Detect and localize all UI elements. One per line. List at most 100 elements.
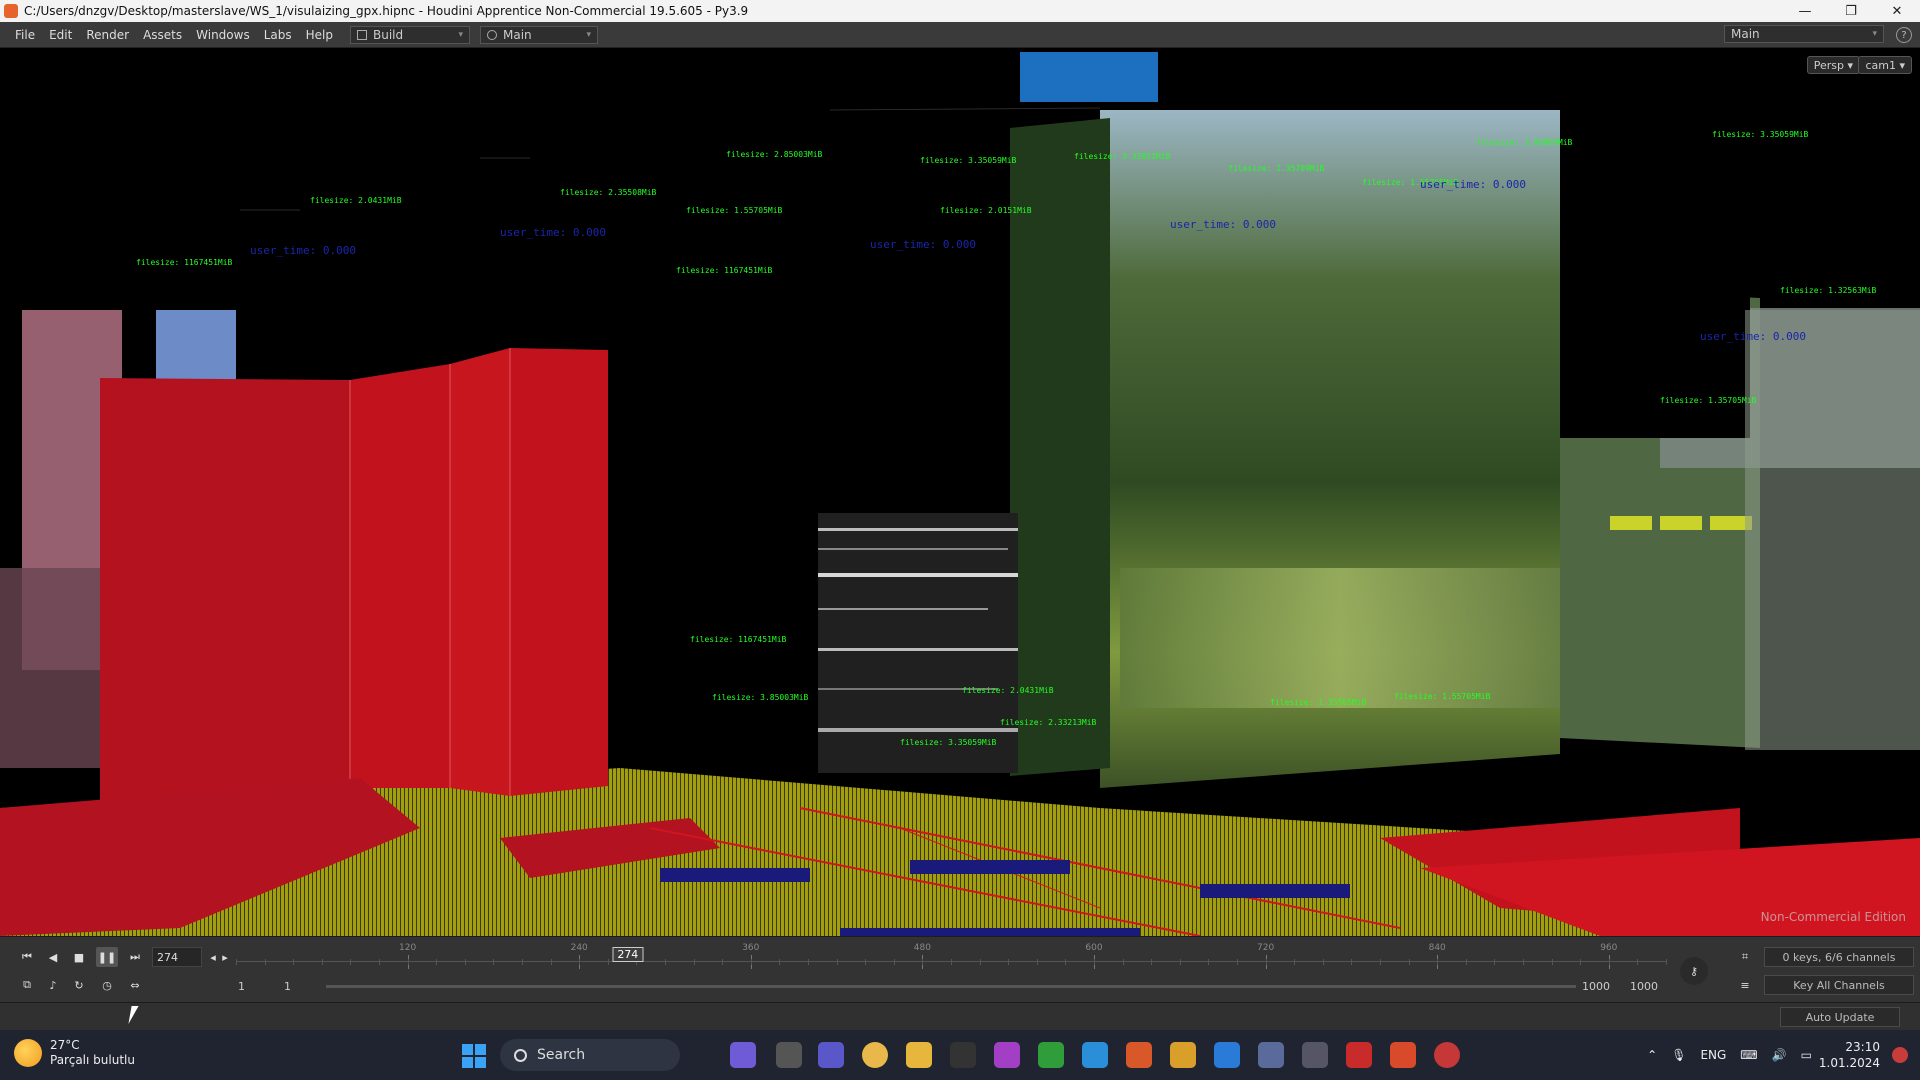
settings-icon[interactable] [1302,1042,1328,1068]
minimize-button[interactable]: — [1782,0,1828,22]
next-key-icon[interactable]: ▸ [216,947,234,967]
teams-icon[interactable] [818,1042,844,1068]
vscode-icon[interactable] [1214,1042,1240,1068]
user-time-label: user_time: 0.000 [250,244,356,257]
keys-channels-indicator[interactable]: 0 keys, 6/6 channels [1764,947,1914,967]
houdini-taskbar-icon[interactable] [1126,1042,1152,1068]
range-end-a[interactable]: 1000 [1582,977,1610,995]
camera-button[interactable]: cam1 ▾ [1858,56,1912,74]
network-icon[interactable]: ⌨ [1740,1048,1757,1062]
timeline-minor-tick [1408,959,1410,965]
annotation-label: filesize: 2.0431MiB [310,196,402,205]
timeline[interactable]: 120 240 360 480 600 720 840 960 274 [236,943,1667,973]
menu-render[interactable]: Render [79,28,136,42]
taskbar-search[interactable]: Search [500,1039,680,1071]
scene-viewport[interactable]: filesize: 2.0431MiB filesize: 1167451MiB f… [0,48,1920,936]
timeline-minor-tick [808,959,809,965]
annotation-label: filesize: 3.35059MiB [1712,130,1809,139]
windows-start-icon[interactable] [462,1044,486,1068]
jump-end-button[interactable]: ⏭ [124,947,146,967]
range-start-b[interactable]: 1 [284,977,291,995]
widgets-app-icon[interactable] [730,1042,756,1068]
right-desktop-select[interactable]: Main ▾ [1724,25,1884,43]
key-icon[interactable]: ⚷ [1680,957,1708,985]
menu-windows[interactable]: Windows [189,28,257,42]
highlight-blocks [1610,516,1752,530]
range-slider[interactable] [326,985,1576,988]
volume-icon[interactable]: 🔊 [1772,1048,1787,1062]
chevron-down-icon: ▾ [586,29,591,40]
range-end-b[interactable]: 1000 [1630,977,1658,995]
timeline-minor-tick [464,959,466,965]
language-indicator[interactable]: ENG [1700,1048,1726,1062]
battery-icon[interactable]: ▭ [1801,1048,1812,1062]
chevron-up-icon[interactable]: ⌃ [1647,1048,1657,1062]
notification-icon[interactable] [1892,1047,1908,1063]
current-frame-field[interactable]: 274 [152,947,202,967]
task-view-icon[interactable] [776,1042,802,1068]
timeline-minor-tick [1094,959,1095,965]
red-bar-3 [450,348,510,796]
pause-button[interactable]: ❚❚ [96,947,118,967]
left-strip [0,568,110,768]
file-explorer-icon[interactable] [906,1042,932,1068]
microphone-icon[interactable]: 🎙 [1671,1048,1686,1062]
time-icon[interactable]: ◷ [96,975,118,995]
key-all-channels-button[interactable]: Key All Channels [1764,975,1914,995]
key-all-icon[interactable]: ≡ [1734,975,1756,995]
chevron-down-icon: ▾ [458,29,463,40]
annotation-label: filesize: 2.0151MiB [940,206,1032,215]
user-time-label: user_time: 0.000 [500,226,606,239]
timeline-minor-tick [293,959,295,965]
persp-button[interactable]: Persp ▾ [1806,56,1860,74]
auto-update-select[interactable]: Auto Update [1780,1007,1900,1027]
app-icon-17[interactable] [1434,1042,1460,1068]
timeline-minor-tick [407,959,409,965]
app-icon-6[interactable] [950,1042,976,1068]
timeline-minor-tick [1380,959,1381,965]
realtime-toggle[interactable]: ⧉ [16,975,38,995]
notes-icon[interactable] [1082,1042,1108,1068]
clock-time: 23:10 [1845,1040,1880,1054]
timeline-minor-tick [1122,959,1124,965]
audio-icon[interactable]: ♪ [42,975,64,995]
timeline-minor-tick [1437,959,1439,965]
jump-start-button[interactable]: ⏮ [16,947,38,967]
maximize-button[interactable]: ❐ [1828,0,1874,22]
pane-select[interactable]: Main ▾ [480,25,598,44]
chrome-icon[interactable] [862,1042,888,1068]
menu-assets[interactable]: Assets [136,28,189,42]
timeline-minor-tick [1608,959,1610,965]
stop-button[interactable]: ■ [68,947,90,967]
range-start-a[interactable]: 1 [238,977,245,995]
help-icon[interactable]: ? [1896,27,1912,43]
timeline-minor-tick [379,959,380,965]
xbox-icon[interactable] [1038,1042,1064,1068]
timeline-minor-tick [1065,959,1067,965]
search-icon [514,1048,527,1062]
menu-edit[interactable]: Edit [42,28,79,42]
timeline-tick-label: 960 [1600,943,1618,953]
clock-date: 1.01.2024 [1818,1056,1880,1070]
step-back-button[interactable]: ◀ [42,947,64,967]
acrobat-icon[interactable] [1346,1042,1372,1068]
app-icon-13[interactable] [1258,1042,1284,1068]
menu-help[interactable]: Help [299,28,340,42]
instagram-icon[interactable] [994,1042,1020,1068]
timeline-minor-tick [665,959,666,965]
timeline-minor-tick [722,959,724,965]
houdini-active-icon[interactable] [1390,1042,1416,1068]
clock[interactable]: 23:10 1.01.2024 [1819,1039,1880,1071]
channels-icon[interactable]: ⌗ [1734,947,1756,967]
app-icon-11[interactable] [1170,1042,1196,1068]
weather-text: Parçalı bulutlu [50,1053,135,1067]
desktop-select[interactable]: Build ▾ [350,25,470,44]
menu-labs[interactable]: Labs [257,28,299,42]
frame-marker[interactable]: 274 [612,947,644,962]
weather-widget[interactable]: 27°C Parçalı bulutlu [14,1038,135,1068]
close-button[interactable]: ✕ [1874,0,1920,22]
menu-file[interactable]: File [8,28,42,42]
range-icon[interactable]: ⇔ [124,975,146,995]
timeline-minor-tick [350,959,352,965]
loop-icon[interactable]: ↻ [68,975,90,995]
